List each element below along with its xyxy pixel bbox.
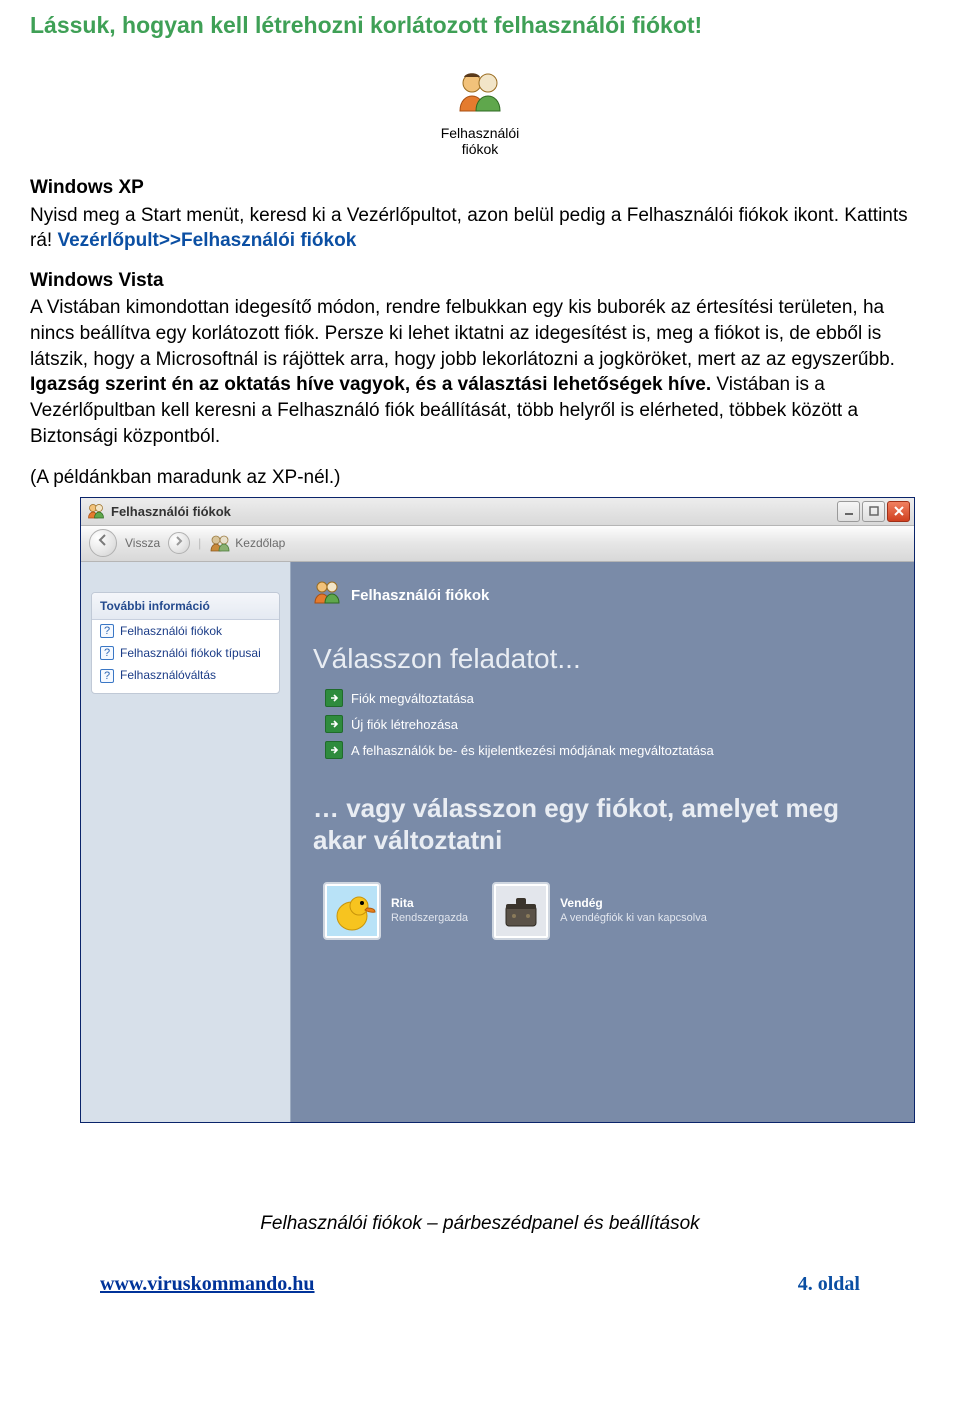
account-avatar-rita [323,882,381,940]
window-control-buttons [837,501,910,522]
close-button[interactable] [887,501,910,522]
sidebar-item-switch[interactable]: ? Felhasználóváltás [92,664,279,686]
window-titlebar: Felhasználói fiókok [81,498,914,526]
task-label: Új fiók létrehozása [351,716,458,734]
titlebar-app-icon [87,503,105,519]
home-icon[interactable]: Kezdőlap [209,534,285,552]
minimize-button[interactable] [837,501,860,522]
page-number: 4. oldal [798,1271,860,1298]
windows-xp-heading: Windows XP [30,175,930,201]
task-change-account[interactable]: Fiók megváltoztatása [325,689,892,707]
accounts-row: Rita Rendszergazda [323,882,892,940]
icon-caption: Felhasználói fiókok [30,125,930,157]
user-accounts-icon [454,69,506,123]
task-label: Fiók megváltoztatása [351,690,474,708]
toolbar-divider: | [198,535,201,551]
task-change-signin[interactable]: A felhasználók be- és kijelentkezési mód… [325,741,892,759]
main-panel: Felhasználói fiókok Válasszon feladatot.… [291,562,914,1122]
help-icon: ? [100,669,114,683]
sidebar-item-accounts[interactable]: ? Felhasználói fiókok [92,620,279,642]
task-heading: Válasszon feladatot... [313,640,892,678]
home-label: Kezdőlap [235,535,285,551]
arrow-left-icon [96,533,110,553]
arrow-right-icon [173,533,185,553]
window-title: Felhasználói fiókok [111,503,837,521]
account-rita[interactable]: Rita Rendszergazda [323,882,468,940]
forward-button[interactable] [168,532,190,554]
account-avatar-guest [492,882,550,940]
back-button[interactable] [89,529,117,557]
account-name: Rita [391,895,468,911]
account-name: Vendég [560,895,707,911]
vista-paragraph: A Vistában kimondottan idegesítő módon, … [30,295,930,449]
window-toolbar: Vissza | Kezdőlap [81,526,914,562]
figure-caption: Felhasználói fiókok – párbeszédpanel és … [30,1211,930,1237]
main-header-title: Felhasználói fiókok [351,586,489,606]
sidebar-header: További információ [92,593,279,620]
sidebar-info-panel: További információ ? Felhasználói fiókok… [91,592,280,694]
page-footer: www.viruskommando.hu 4. oldal [30,1271,930,1298]
icon-caption-line1: Felhasználói [441,125,520,141]
help-icon: ? [100,646,114,660]
vista-para-bold: Igazság szerint én az oktatás híve vagyo… [30,374,711,395]
vista-para-a: A Vistában kimondottan idegesítő módon, … [30,297,895,369]
back-label: Vissza [125,535,160,551]
maximize-button[interactable] [862,501,885,522]
sidebar-item-label: Felhasználói fiókok típusai [120,645,271,661]
sidebar-item-types[interactable]: ? Felhasználói fiókok típusai [92,642,279,664]
site-link[interactable]: www.viruskommando.hu [100,1271,315,1298]
sidebar-item-label: Felhasználói fiókok [120,623,271,639]
xp-paragraph: Nyisd meg a Start menüt, keresd ki a Vez… [30,203,930,254]
icon-caption-line2: fiókok [462,141,499,157]
account-role: Rendszergazda [391,911,468,926]
task-label: A felhasználók be- és kijelentkezési mód… [351,742,714,760]
or-pick-account-heading: … vagy válasszon egy fiókot, amelyet meg… [313,793,892,855]
user-accounts-icon-block: Felhasználói fiókok [30,69,930,157]
xp-breadcrumb-link: Vezérlőpult>>Felhasználói fiókok [57,230,356,251]
account-role: A vendégfiók ki van kapcsolva [560,911,707,926]
account-guest[interactable]: Vendég A vendégfiók ki van kapcsolva [492,882,707,940]
sidebar: További információ ? Felhasználói fiókok… [81,562,291,1122]
arrow-right-icon [325,689,343,707]
arrow-right-icon [325,741,343,759]
main-header: Felhasználói fiókok [313,580,892,612]
sidebar-item-label: Felhasználóváltás [120,667,271,683]
window-body: További információ ? Felhasználói fiókok… [81,562,914,1122]
user-accounts-window: Felhasználói fiókok Vissza | [80,497,915,1123]
task-create-account[interactable]: Új fiók létrehozása [325,715,892,733]
help-icon: ? [100,624,114,638]
arrow-right-icon [325,715,343,733]
example-note: (A példánkban maradunk az XP-nél.) [30,465,930,491]
user-accounts-small-icon [313,580,341,612]
windows-vista-heading: Windows Vista [30,268,930,294]
page-main-heading: Lássuk, hogyan kell létrehozni korlátozo… [30,10,930,41]
